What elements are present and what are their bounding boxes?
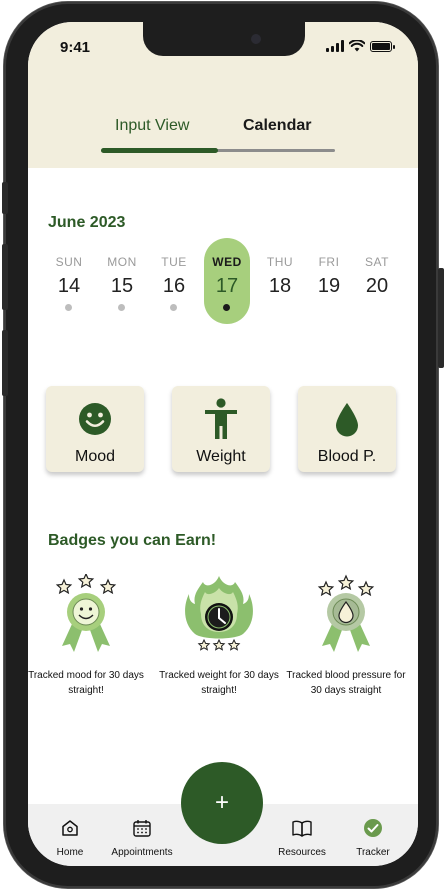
day-sun[interactable]: SUN 14 bbox=[46, 238, 92, 324]
day-name: THU bbox=[266, 255, 294, 269]
mood-label: Mood bbox=[74, 448, 116, 465]
notch bbox=[143, 22, 305, 56]
day-sat[interactable]: SAT 20 bbox=[354, 238, 400, 324]
nav-appointments[interactable]: Appointments bbox=[107, 804, 177, 866]
nav-home[interactable]: Home bbox=[50, 804, 90, 866]
smiley-icon bbox=[79, 403, 111, 435]
volume-down-button bbox=[2, 330, 8, 396]
status-icons bbox=[326, 40, 395, 52]
nav-appointments-label: Appointments bbox=[111, 847, 173, 858]
camera-icon bbox=[251, 34, 261, 44]
day-name: SUN bbox=[55, 255, 83, 269]
entry-dot bbox=[118, 304, 125, 311]
badge-mood-text: Tracked mood for 30 days straight! bbox=[28, 670, 144, 696]
mood-medal-icon bbox=[55, 574, 117, 652]
day-tue[interactable]: TUE 16 bbox=[151, 238, 197, 324]
day-number: 16 bbox=[162, 275, 186, 297]
signal-icon bbox=[326, 40, 344, 52]
day-number: 14 bbox=[57, 275, 81, 297]
badge-weight-text: Tracked weight for 30 days straight! bbox=[159, 670, 279, 696]
badge-weight: Tracked weight for 30 days straight! bbox=[154, 574, 284, 704]
month-label: June 2023 bbox=[48, 214, 126, 231]
entry-dot bbox=[223, 304, 230, 311]
tab-input-view[interactable]: Input View bbox=[115, 117, 189, 135]
blood-pressure-label: Blood P. bbox=[317, 448, 377, 465]
badge-blood-pressure: Tracked blood pressure for 30 days strai… bbox=[281, 574, 411, 704]
weight-card[interactable]: Weight bbox=[172, 386, 270, 472]
screen: 9:41 Input View Calendar June 2023 SUN 1… bbox=[28, 22, 418, 866]
weight-label: Weight bbox=[196, 448, 246, 465]
day-number: 17 bbox=[215, 275, 239, 297]
flame-clock-icon bbox=[185, 576, 253, 651]
nav-resources-label: Resources bbox=[278, 847, 326, 858]
volume-up-button bbox=[2, 244, 8, 310]
day-mon[interactable]: MON 15 bbox=[99, 238, 145, 324]
wifi-icon bbox=[349, 40, 365, 52]
day-name: TUE bbox=[161, 255, 187, 269]
tab-indicator-track bbox=[101, 148, 335, 153]
power-button bbox=[438, 268, 444, 368]
day-thu[interactable]: THU 18 bbox=[257, 238, 303, 324]
person-icon bbox=[205, 398, 237, 439]
day-wed-selected[interactable]: WED 17 bbox=[204, 238, 250, 324]
action-button bbox=[2, 182, 8, 214]
badge-blood-pressure-text: Tracked blood pressure for 30 days strai… bbox=[286, 670, 406, 696]
home-icon bbox=[62, 820, 78, 836]
tab-calendar[interactable]: Calendar bbox=[243, 117, 311, 135]
tab-indicator-active bbox=[101, 148, 218, 153]
nav-tracker[interactable]: Tracker bbox=[350, 804, 396, 866]
day-number: 19 bbox=[317, 275, 341, 297]
nav-tracker-label: Tracker bbox=[356, 847, 390, 858]
battery-icon bbox=[370, 41, 395, 52]
day-fri[interactable]: FRI 19 bbox=[306, 238, 352, 324]
book-icon bbox=[292, 820, 312, 837]
day-number: 18 bbox=[268, 275, 292, 297]
status-time: 9:41 bbox=[60, 39, 91, 56]
badge-mood: Tracked mood for 30 days straight! bbox=[28, 574, 151, 704]
day-name: SAT bbox=[365, 255, 389, 269]
mood-card[interactable]: Mood bbox=[46, 386, 144, 472]
badges-title: Badges you can Earn! bbox=[48, 532, 217, 549]
entry-dot bbox=[170, 304, 177, 311]
entry-dot bbox=[65, 304, 72, 311]
day-name: WED bbox=[212, 255, 242, 269]
check-circle-icon bbox=[364, 819, 382, 837]
week-strip: SUN 14 MON 15 TUE 16 WED 17 THU 18 FRI 1… bbox=[28, 238, 418, 328]
blood-medal-icon bbox=[317, 574, 375, 652]
add-entry-button[interactable]: + bbox=[181, 762, 263, 844]
calendar-icon bbox=[133, 820, 151, 837]
day-number: 15 bbox=[110, 275, 134, 297]
droplet-icon bbox=[336, 403, 358, 437]
nav-home-label: Home bbox=[56, 847, 84, 858]
day-name: MON bbox=[107, 255, 137, 269]
nav-resources[interactable]: Resources bbox=[274, 804, 330, 866]
day-name: FRI bbox=[318, 255, 340, 269]
day-number: 20 bbox=[365, 275, 389, 297]
blood-pressure-card[interactable]: Blood P. bbox=[298, 386, 396, 472]
